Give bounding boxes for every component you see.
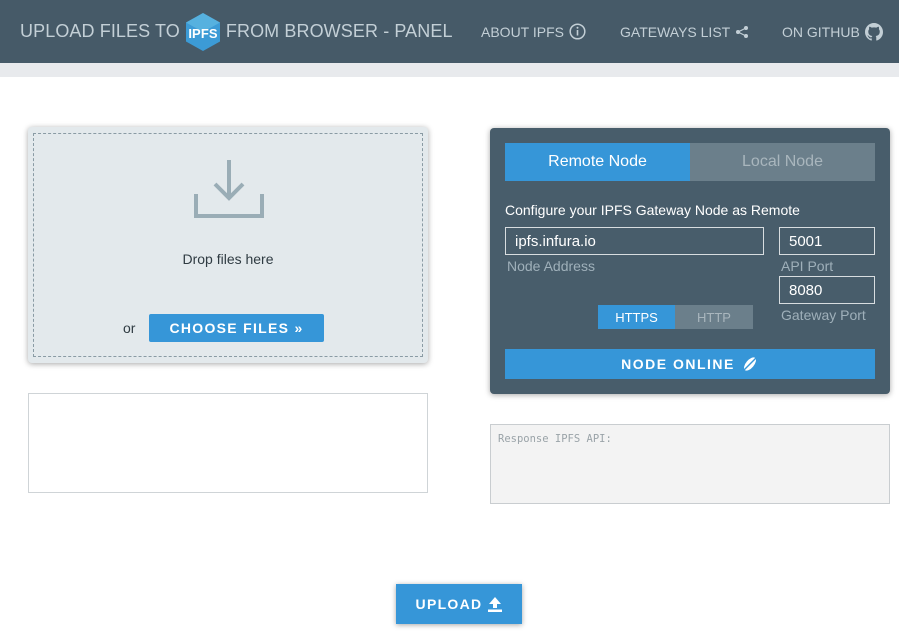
github-icon <box>864 22 883 41</box>
brand-title[interactable]: UPLOAD FILES TO IPFS FROM BROWSER - PANE… <box>20 0 453 63</box>
gateway-port-label: Gateway Port <box>781 307 866 323</box>
top-navbar: UPLOAD FILES TO IPFS FROM BROWSER - PANE… <box>0 0 899 63</box>
api-port-input[interactable]: 5001 <box>779 227 875 255</box>
or-label: or <box>123 320 136 336</box>
file-dropzone[interactable]: Drop files here or CHOOSE FILES » <box>28 127 428 363</box>
nav-about-ipfs[interactable]: ABOUT IPFS <box>481 0 586 63</box>
satellite-icon <box>741 355 759 373</box>
download-icon <box>193 158 265 225</box>
upload-label: UPLOAD <box>415 596 483 612</box>
http-toggle[interactable]: HTTP <box>675 305 753 329</box>
brand-suffix: FROM BROWSER - PANEL <box>225 21 453 41</box>
header-subbar <box>0 63 899 77</box>
nav-on-github[interactable]: ON GITHUB <box>782 0 883 63</box>
share-icon <box>735 25 749 39</box>
dropzone-dashed-area[interactable]: Drop files here or CHOOSE FILES » <box>33 133 423 357</box>
nav-github-label: ON GITHUB <box>782 23 860 40</box>
brand-prefix: UPLOAD FILES TO <box>20 21 180 41</box>
config-title: Configure your IPFS Gateway Node as Remo… <box>505 202 800 218</box>
https-toggle[interactable]: HTTPS <box>598 305 675 329</box>
node-config-panel: Remote Node Local Node Configure your IP… <box>490 128 890 394</box>
upload-button[interactable]: UPLOAD <box>396 584 522 624</box>
ipfs-logo-icon: IPFS <box>184 12 222 52</box>
drop-files-text: Drop files here <box>182 251 274 267</box>
gateway-port-input[interactable]: 8080 <box>779 276 875 304</box>
node-online-button[interactable]: NODE ONLINE <box>505 349 875 379</box>
tab-local-node[interactable]: Local Node <box>690 143 875 181</box>
nav-gateways-list[interactable]: GATEWAYS LIST <box>620 0 749 63</box>
api-port-label: API Port <box>781 258 834 274</box>
file-list-box <box>28 393 428 493</box>
tab-remote-node[interactable]: Remote Node <box>505 143 690 181</box>
nav-gateways-label: GATEWAYS LIST <box>620 23 731 40</box>
node-online-label: NODE ONLINE <box>621 356 735 372</box>
node-address-input[interactable]: ipfs.infura.io <box>505 227 764 255</box>
nav-about-label: ABOUT IPFS <box>481 23 564 40</box>
node-address-label: Node Address <box>507 258 595 274</box>
response-api-textarea[interactable]: Response IPFS API: <box>490 424 890 504</box>
info-circle-icon <box>569 23 586 40</box>
choose-files-button[interactable]: CHOOSE FILES » <box>149 314 324 342</box>
upload-icon <box>488 596 503 612</box>
ipfs-logo-text: IPFS <box>188 26 218 41</box>
